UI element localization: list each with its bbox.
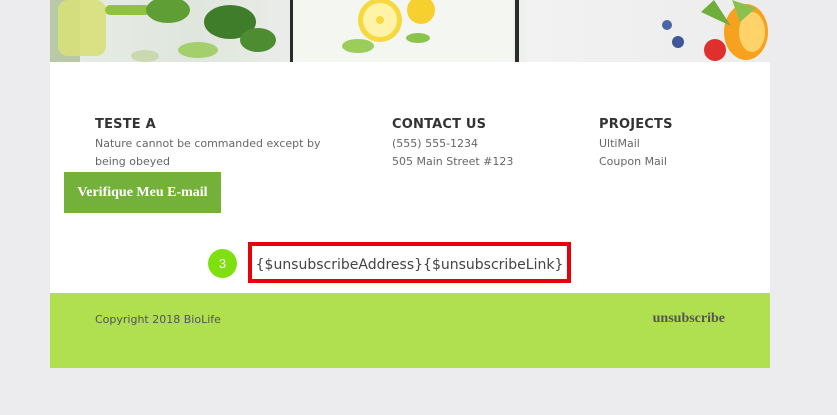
hero-image-lemons [293,0,513,62]
copyright-text: Copyright 2018 BioLife [95,313,221,326]
fruit-illustration [662,0,768,61]
contact-heading: CONTACT US [392,117,487,132]
project-link-coupon-mail[interactable]: Coupon Mail [599,153,673,171]
unsubscribe-merge-tags: {$unsubscribeAddress}{$unsubscribeLink} [255,256,564,273]
step-badge: 3 [208,249,237,278]
merge-tag-highlight: {$unsubscribeAddress}{$unsubscribeLink} [248,242,571,283]
tablet-edge-right [515,0,519,62]
footer-col-contact: CONTACT US (555) 555-1234 505 Main Stree… [392,117,513,171]
footer-col-about: TESTE A Nature cannot be commanded excep… [95,117,320,171]
contact-phone: (555) 555-1234 [392,137,479,150]
unsubscribe-link[interactable]: unsubscribe [653,311,725,327]
contact-address: 505 Main Street #123 [392,155,514,168]
hero-image-greens [50,0,290,62]
verify-email-button[interactable]: Verifique Meu E-mail [64,172,221,213]
lemon-illustration [342,0,435,53]
greens-illustration [50,0,276,62]
project-link-ultimail[interactable]: UltiMail [599,135,673,153]
footer-col-projects: PROJECTS UltiMail Coupon Mail [599,117,673,171]
about-text-line-2: being obeyed [95,155,170,168]
projects-heading: PROJECTS [599,117,673,132]
about-text-line-1: Nature cannot be commanded except by [95,137,321,150]
hero-image-strip [50,0,770,62]
hero-image-fruit [526,0,770,62]
about-heading: TESTE A [95,117,156,132]
copyright-bar: Copyright 2018 BioLife unsubscribe [50,293,770,368]
email-page: TESTE A Nature cannot be commanded excep… [50,0,770,368]
